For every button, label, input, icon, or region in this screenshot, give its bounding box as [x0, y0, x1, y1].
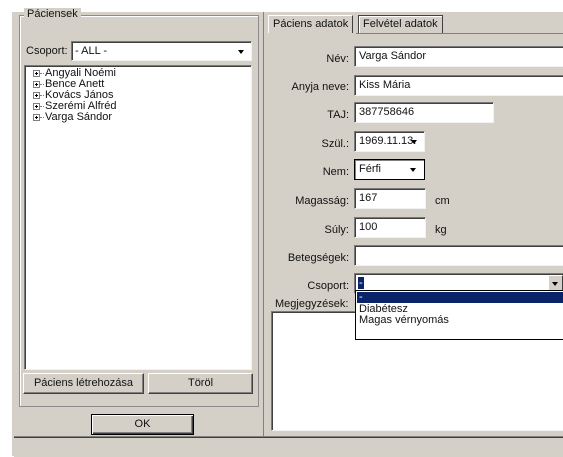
notes-label: Megjegyzések:: [275, 298, 349, 310]
gender-select[interactable]: Férfi: [354, 159, 425, 180]
diseases-input[interactable]: [354, 245, 563, 266]
weight-unit: kg: [435, 224, 447, 236]
diseases-label: Betegségek:: [287, 252, 349, 264]
birth-date-value: 1969.11.13.: [359, 135, 417, 147]
expand-plus-icon[interactable]: [33, 70, 40, 77]
name-label: Név:: [326, 53, 349, 65]
name-value: Varga Sándor: [359, 50, 427, 62]
group-filter-value: - ALL -: [75, 45, 107, 57]
tree-connector: [40, 84, 44, 85]
dropdown-option[interactable]: -: [357, 292, 563, 303]
group-filter-label: Csoport:: [26, 45, 68, 57]
mother-name-label: Anyja neve:: [291, 81, 349, 93]
height-unit: cm: [435, 195, 450, 207]
birth-date-picker[interactable]: 1969.11.13.: [354, 131, 425, 152]
tree-connector: [40, 106, 44, 107]
expand-plus-icon[interactable]: [33, 92, 40, 99]
height-value: 167: [359, 192, 378, 204]
group-value: -: [358, 277, 364, 289]
window-left-edge: [0, 0, 12, 456]
expand-plus-icon[interactable]: [33, 103, 40, 110]
status-bar: [14, 436, 563, 457]
main-window: Páciensek Csoport: - ALL - Angyali Noémi…: [0, 0, 563, 457]
patient-name[interactable]: Varga Sándor: [45, 112, 112, 123]
gender-label: Nem:: [322, 166, 349, 178]
window-top-edge: [0, 0, 563, 12]
create-patient-button[interactable]: Páciens létrehozása: [23, 373, 144, 394]
chevron-down-icon[interactable]: [411, 140, 417, 144]
patients-groupbox-title: Páciensek: [24, 8, 81, 20]
tree-connector: [40, 95, 44, 96]
taj-value: 387758646: [359, 106, 415, 118]
delete-button[interactable]: Töröl: [148, 373, 253, 394]
expand-plus-icon[interactable]: [33, 81, 40, 88]
chevron-down-icon[interactable]: [238, 50, 244, 54]
tree-connector: [40, 73, 44, 74]
group-dropdown-list: - Diabétesz Magas vérnyomás: [355, 290, 563, 340]
weight-label: Súly:: [324, 224, 349, 236]
tab-patient-data[interactable]: Páciens adatok: [268, 15, 354, 33]
tree-connector: [40, 117, 44, 118]
group-label: Csoport:: [307, 280, 349, 292]
expand-plus-icon[interactable]: [33, 114, 40, 121]
chevron-down-icon[interactable]: [410, 168, 416, 172]
weight-value: 100: [359, 221, 378, 233]
name-input[interactable]: Varga Sándor: [354, 46, 563, 67]
birth-date-label: Szül.:: [321, 138, 349, 150]
height-label: Magasság:: [295, 195, 349, 207]
taj-input[interactable]: 387758646: [354, 102, 494, 123]
mother-name-value: Kiss Mária: [359, 79, 411, 91]
mother-name-input[interactable]: Kiss Mária: [354, 75, 563, 96]
height-input[interactable]: 167: [354, 188, 426, 209]
patient-tree-items: Angyali Noémi Bence Anett Kovács János S…: [25, 68, 251, 368]
gender-value: Férfi: [359, 163, 381, 175]
dropdown-option[interactable]: Magas vérnyomás: [357, 315, 563, 326]
tab-admission-data[interactable]: Felvétel adatok: [358, 15, 443, 33]
taj-label: TAJ:: [327, 109, 349, 121]
weight-input[interactable]: 100: [354, 217, 426, 238]
chevron-down-icon[interactable]: [552, 281, 558, 286]
tab-strip-line: [356, 33, 563, 34]
ok-button[interactable]: OK: [91, 414, 194, 435]
group-filter-dropdown[interactable]: - ALL -: [71, 41, 252, 61]
tree-item-patient[interactable]: Varga Sándor: [25, 112, 251, 123]
